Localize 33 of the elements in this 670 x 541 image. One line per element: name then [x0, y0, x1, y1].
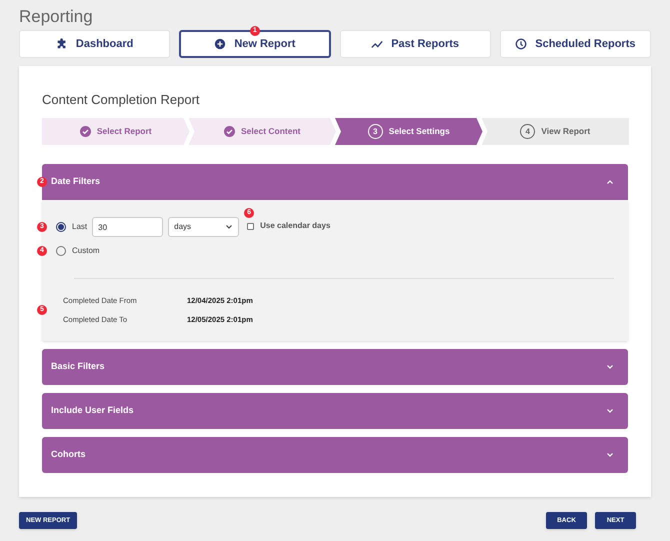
- tab[interactable]: Dashboard: [19, 30, 170, 58]
- accordion-header[interactable]: Include User Fields: [42, 393, 628, 429]
- step[interactable]: 4 View Report: [482, 118, 629, 145]
- accordion-header[interactable]: Basic Filters: [42, 349, 628, 385]
- radio-button[interactable]: [56, 222, 66, 232]
- clock-icon: [515, 38, 528, 50]
- checkbox[interactable]: [247, 222, 254, 230]
- trend-line-icon: [371, 38, 384, 50]
- puzzle-icon: [56, 38, 68, 50]
- report-title: Content Completion Report: [42, 92, 200, 107]
- step[interactable]: 3 Select Settings: [335, 118, 482, 145]
- chevron-down-icon: [606, 363, 614, 371]
- chevron-down-icon: [606, 407, 614, 415]
- tab[interactable]: Scheduled Reports: [500, 30, 651, 58]
- step-number: 4: [520, 124, 536, 139]
- radio-label: Custom: [72, 245, 100, 257]
- page-title: Reporting: [19, 7, 93, 26]
- chevron-down-icon: [225, 223, 234, 231]
- chevron-up-icon: [606, 178, 614, 186]
- chevron-down-icon: [606, 451, 614, 459]
- number-field[interactable]: 30: [92, 217, 164, 237]
- tab[interactable]: Past Reports: [340, 30, 491, 58]
- radio-button[interactable]: [56, 246, 66, 256]
- step[interactable]: Select Report: [42, 118, 190, 145]
- radio-label: Last: [72, 221, 88, 233]
- step[interactable]: Select Content: [188, 118, 336, 145]
- step-number: 3: [368, 124, 383, 139]
- checkbox-label: Use calendar days: [260, 220, 330, 232]
- unit-dropdown[interactable]: days: [168, 217, 240, 237]
- check-circle-icon: [224, 126, 235, 137]
- plus-circle-icon: [214, 38, 226, 50]
- accordion-header[interactable]: Cohorts: [42, 437, 628, 473]
- check-circle-icon: [80, 126, 91, 137]
